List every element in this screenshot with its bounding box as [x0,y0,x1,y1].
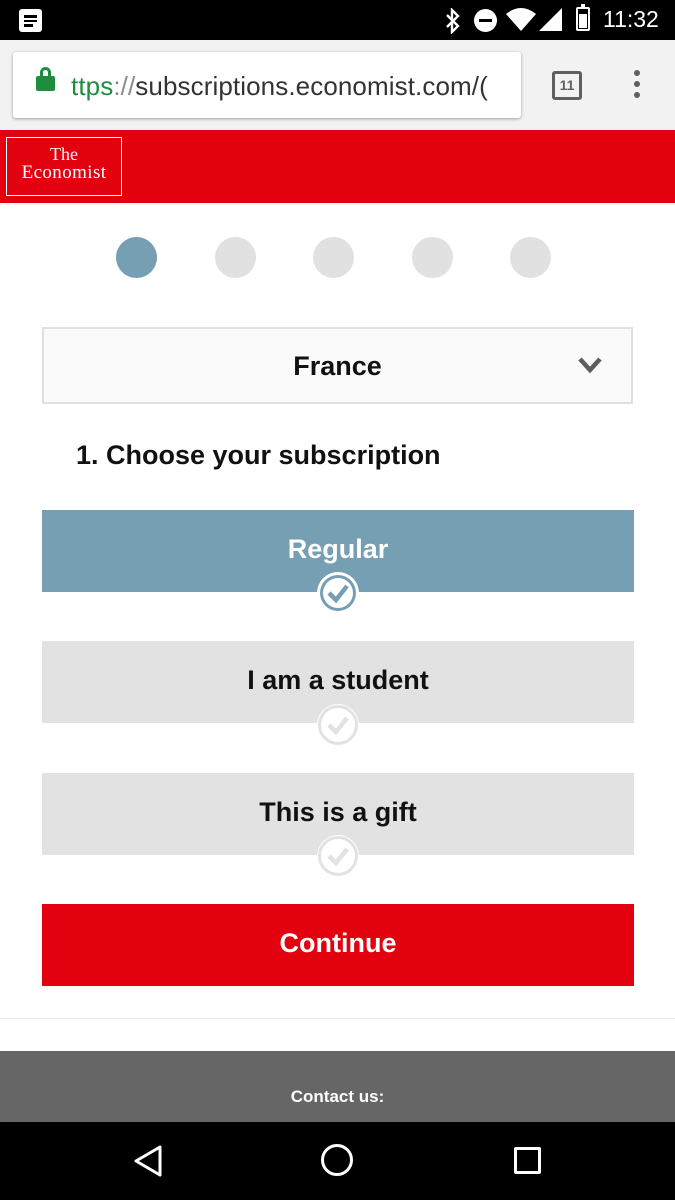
battery-icon [576,4,590,31]
logo-line-1: The [50,144,78,164]
check-selected-icon[interactable] [317,572,359,614]
url-host: subscriptions.economist.com/( [135,71,488,101]
status-clock: 11:32 [603,6,659,32]
signal-icon [539,8,562,31]
option-label: Regular [287,534,389,564]
url-separator: :// [113,71,136,101]
url-scheme: ttps [71,71,114,101]
site-header: The Economist [0,130,675,203]
lock-icon[interactable] [36,67,55,93]
chevron-down-icon [578,357,602,374]
check-unselected-icon[interactable] [317,704,359,746]
continue-button[interactable]: Continue [42,904,634,986]
footer: Contact us: [0,1051,675,1122]
bluetooth-icon [446,8,460,34]
back-icon[interactable] [132,1144,164,1178]
economist-logo[interactable]: The Economist [6,137,122,196]
notification-icon [19,9,42,32]
option-label: This is a gift [259,797,417,827]
check-unselected-icon[interactable] [317,835,359,877]
divider [0,1018,675,1019]
navigation-bar [0,1122,675,1200]
section-heading: 1. Choose your subscription [76,440,441,470]
status-bar: 11:32 [0,0,675,40]
url-text[interactable]: ttps://subscriptions.economist.com/( [71,71,488,102]
tab-switcher-icon[interactable]: 11 [552,71,582,100]
country-select[interactable]: France [42,327,633,404]
browser-toolbar: ttps://subscriptions.economist.com/( 11 [0,40,675,130]
step-dot-5 [510,237,551,278]
step-dot-2 [215,237,256,278]
country-value: France [293,351,382,381]
do-not-disturb-icon [474,9,497,32]
option-label: I am a student [247,665,429,695]
step-dot-4 [412,237,453,278]
overflow-menu-icon[interactable] [624,70,650,102]
step-dot-1 [116,237,157,278]
step-dot-3 [313,237,354,278]
contact-label: Contact us: [290,1087,385,1106]
home-icon[interactable] [321,1144,353,1176]
recents-icon[interactable] [514,1147,541,1174]
logo-line-2: Economist [21,162,107,183]
wifi-icon [506,8,536,31]
address-bar[interactable]: ttps://subscriptions.economist.com/( [13,52,521,118]
